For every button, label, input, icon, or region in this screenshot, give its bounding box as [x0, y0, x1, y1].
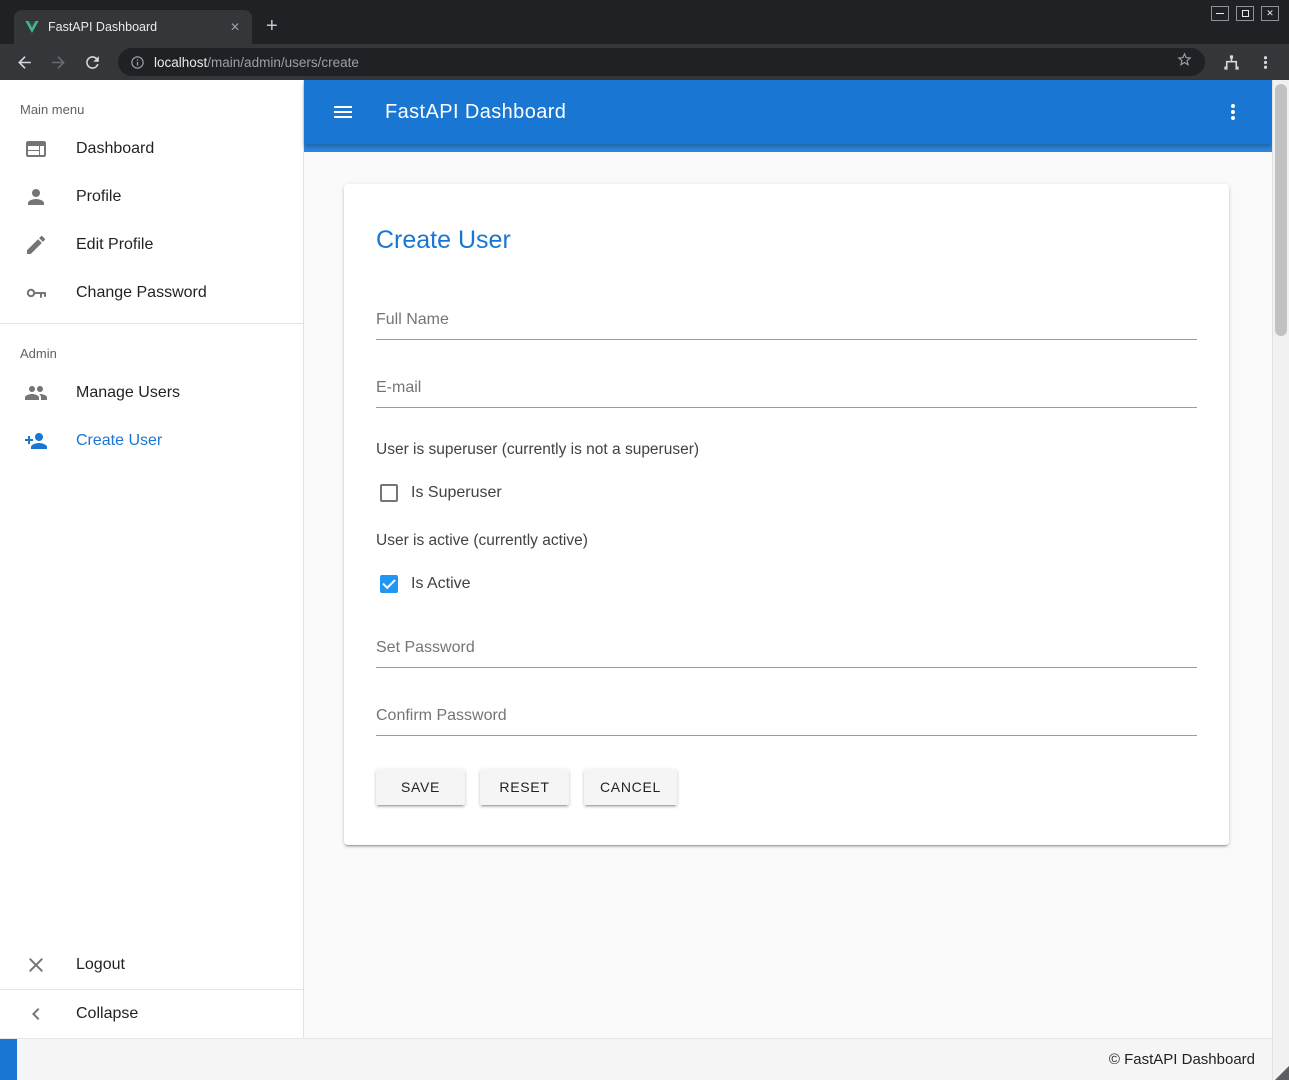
window-controls: ✕ — [1211, 6, 1279, 21]
address-bar[interactable]: localhost/main/admin/users/create — [118, 48, 1205, 76]
person-add-icon — [24, 429, 48, 453]
save-button[interactable]: SAVE — [376, 769, 465, 805]
sidebar-item-label: Change Password — [76, 284, 207, 302]
sidebar: Main menu Dashboard Profile Edit Profile — [0, 80, 304, 1038]
reload-button[interactable] — [78, 48, 106, 76]
sidebar-item-collapse[interactable]: Collapse — [0, 990, 303, 1038]
back-button[interactable] — [10, 48, 38, 76]
sitemap-icon — [1222, 53, 1241, 72]
main-content: Create User User is superuser (currently… — [304, 152, 1272, 1038]
superuser-checkbox-row[interactable]: Is Superuser — [380, 484, 1197, 502]
forward-arrow-icon — [49, 53, 68, 72]
url-host: localhost — [154, 55, 207, 70]
copyright-text: © FastAPI Dashboard — [1109, 1051, 1255, 1068]
browser-extras-button[interactable] — [1217, 48, 1245, 76]
key-icon — [24, 281, 48, 305]
kebab-menu-icon — [1256, 53, 1275, 72]
window-resize-grip[interactable] — [1275, 1066, 1289, 1080]
confirm-password-field — [376, 701, 1197, 736]
browser-menu-button[interactable] — [1251, 48, 1279, 76]
confirm-password-input[interactable] — [376, 701, 1197, 736]
window-close-button[interactable]: ✕ — [1261, 6, 1279, 21]
form-actions: SAVE RESET CANCEL — [376, 769, 1197, 805]
sidebar-item-create-user[interactable]: Create User — [0, 417, 303, 465]
sidebar-item-profile[interactable]: Profile — [0, 173, 303, 221]
superuser-hint: User is superuser (currently is not a su… — [376, 441, 1197, 459]
sidebar-item-dashboard[interactable]: Dashboard — [0, 125, 303, 173]
people-icon — [24, 381, 48, 405]
tab-close-icon[interactable]: ✕ — [228, 19, 242, 35]
page-footer: © FastAPI Dashboard — [0, 1038, 1272, 1080]
new-tab-button[interactable]: + — [266, 16, 278, 36]
email-input[interactable] — [376, 373, 1197, 408]
sidebar-section-admin: Admin — [0, 324, 303, 369]
superuser-checkbox-label: Is Superuser — [411, 484, 502, 502]
sidebar-item-edit-profile[interactable]: Edit Profile — [0, 221, 303, 269]
create-user-card: Create User User is superuser (currently… — [344, 184, 1229, 845]
vue-logo-favicon — [24, 19, 40, 35]
sidebar-item-label: Dashboard — [76, 140, 154, 158]
url-path: /main/admin/users/create — [207, 55, 359, 70]
sidebar-spacer — [0, 465, 303, 941]
set-password-field — [376, 633, 1197, 668]
scrollbar-thumb[interactable] — [1275, 84, 1287, 336]
active-checkbox[interactable] — [380, 575, 398, 593]
sidebar-item-label: Logout — [76, 956, 125, 974]
set-password-input[interactable] — [376, 633, 1197, 668]
bookmark-button[interactable] — [1176, 51, 1193, 73]
person-icon — [24, 185, 48, 209]
active-hint: User is active (currently active) — [376, 532, 1197, 550]
maximize-icon — [1242, 10, 1249, 17]
sidebar-item-label: Profile — [76, 188, 121, 206]
sidebar-item-label: Edit Profile — [76, 236, 153, 254]
main-area: FastAPI Dashboard Create User User is su… — [304, 80, 1272, 1038]
browser-titlebar: FastAPI Dashboard ✕ + ✕ — [0, 0, 1289, 44]
full-name-field — [376, 305, 1197, 340]
forward-button[interactable] — [44, 48, 72, 76]
active-checkbox-label: Is Active — [411, 575, 471, 593]
browser-window: FastAPI Dashboard ✕ + ✕ localhost/main/a… — [0, 0, 1289, 1080]
browser-toolbar: localhost/main/admin/users/create — [0, 44, 1289, 80]
cancel-button[interactable]: CANCEL — [584, 769, 677, 805]
close-icon — [24, 953, 48, 977]
pencil-icon — [24, 233, 48, 257]
sidebar-item-label: Manage Users — [76, 384, 180, 402]
minimize-icon — [1216, 13, 1224, 14]
appbar-title: FastAPI Dashboard — [385, 101, 566, 124]
window-maximize-button[interactable] — [1236, 6, 1254, 21]
sidebar-section-main-menu: Main menu — [0, 80, 303, 125]
star-outline-icon — [1176, 51, 1193, 68]
chevron-left-icon — [24, 1002, 48, 1026]
page-body: Main menu Dashboard Profile Edit Profile — [0, 80, 1289, 1038]
sidebar-item-manage-users[interactable]: Manage Users — [0, 369, 303, 417]
hamburger-menu-icon[interactable] — [331, 100, 355, 124]
sidebar-item-label: Create User — [76, 432, 162, 450]
reload-icon — [83, 53, 102, 72]
appbar-extension — [304, 144, 1272, 152]
sidebar-item-label: Collapse — [76, 1005, 138, 1023]
superuser-checkbox[interactable] — [380, 484, 398, 502]
dashboard-icon — [24, 137, 48, 161]
back-arrow-icon — [15, 53, 34, 72]
app-bar: FastAPI Dashboard — [304, 80, 1272, 144]
sidebar-item-logout[interactable]: Logout — [0, 941, 303, 989]
reset-button[interactable]: RESET — [480, 769, 569, 805]
full-name-input[interactable] — [376, 305, 1197, 340]
active-checkbox-row[interactable]: Is Active — [380, 575, 1197, 593]
info-icon[interactable] — [130, 55, 145, 70]
page-title: Create User — [376, 226, 1197, 255]
appbar-kebab-menu-icon[interactable] — [1221, 100, 1245, 124]
vertical-scrollbar[interactable] — [1272, 80, 1289, 1080]
tab-title: FastAPI Dashboard — [48, 20, 220, 34]
browser-tab[interactable]: FastAPI Dashboard ✕ — [14, 10, 252, 44]
footer-accent-block — [0, 1039, 17, 1080]
sidebar-item-change-password[interactable]: Change Password — [0, 269, 303, 317]
window-minimize-button[interactable] — [1211, 6, 1229, 21]
email-field — [376, 373, 1197, 408]
url-text: localhost/main/admin/users/create — [154, 55, 1167, 70]
